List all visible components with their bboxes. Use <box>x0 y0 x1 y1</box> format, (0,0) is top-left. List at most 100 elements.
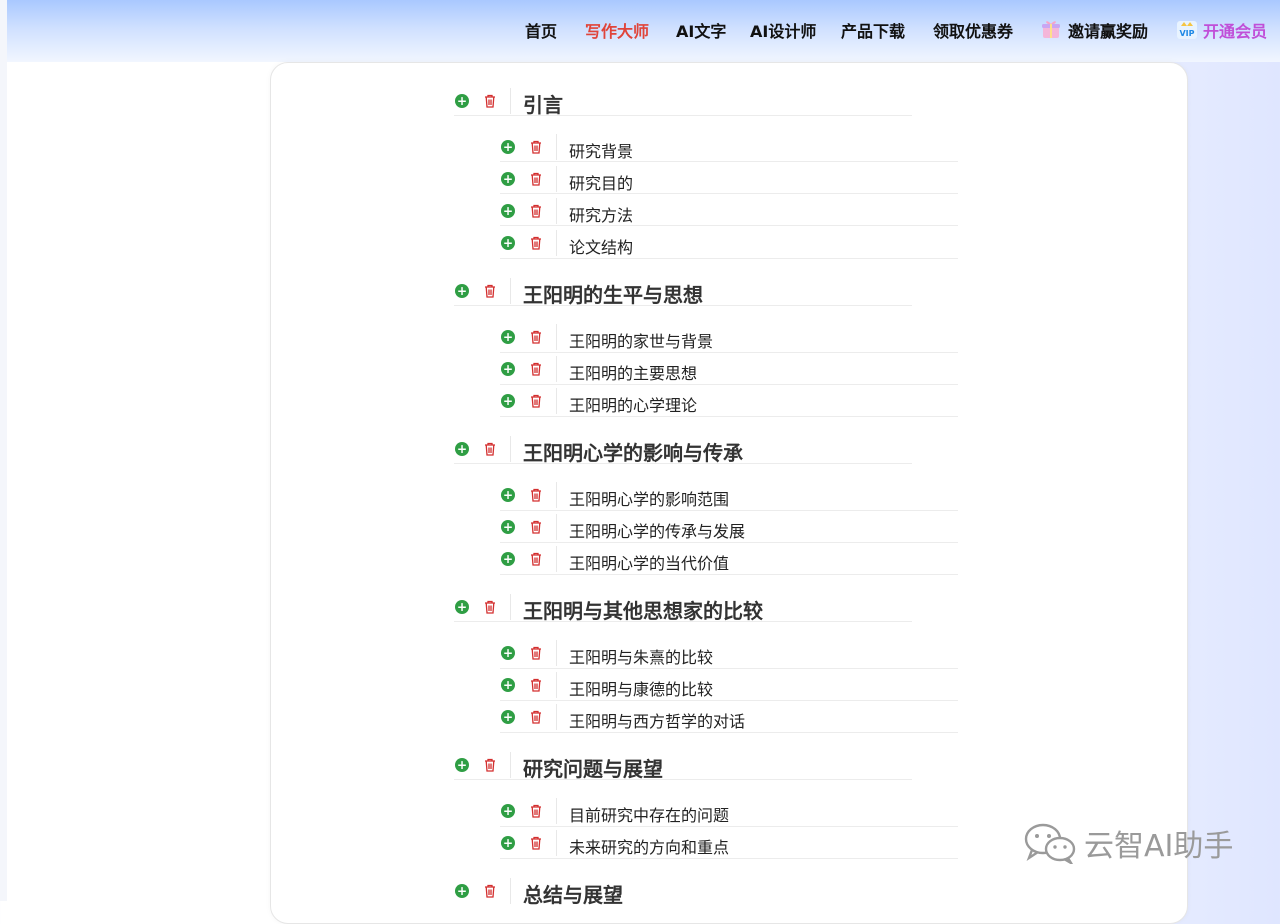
trash-icon[interactable] <box>529 394 543 408</box>
add-icon[interactable]: + <box>455 600 469 614</box>
trash-icon[interactable] <box>529 362 543 376</box>
divider <box>500 384 958 385</box>
subsection-title[interactable]: 论文结构 <box>569 234 633 258</box>
section-title[interactable]: 研究问题与展望 <box>523 753 663 782</box>
add-icon[interactable]: + <box>501 172 515 186</box>
add-icon[interactable]: + <box>501 552 515 566</box>
subsection-title[interactable]: 未来研究的方向和重点 <box>569 834 729 858</box>
add-icon[interactable]: + <box>501 488 515 502</box>
trash-icon[interactable] <box>529 710 543 724</box>
nav-writing-master[interactable]: 写作大师 <box>585 18 649 42</box>
divider <box>454 779 912 780</box>
nav-invite-reward[interactable]: 邀请赢奖励 <box>1068 18 1148 42</box>
trash-icon[interactable] <box>483 94 497 108</box>
add-icon[interactable]: + <box>455 94 469 108</box>
add-icon[interactable]: + <box>501 330 515 344</box>
divider <box>556 134 557 160</box>
nav-open-membership[interactable]: 开通会员 <box>1203 18 1267 42</box>
subsection-title[interactable]: 王阳明心学的传承与发展 <box>569 518 745 542</box>
nav-get-coupon[interactable]: 领取优惠券 <box>933 18 1013 42</box>
add-icon[interactable]: + <box>501 362 515 376</box>
add-icon[interactable]: + <box>501 520 515 534</box>
divider <box>556 514 557 540</box>
divider <box>556 798 557 824</box>
nav-ai-designer[interactable]: AI设计师 <box>750 18 816 42</box>
section-title[interactable]: 总结与展望 <box>523 879 623 908</box>
left-edge <box>0 0 7 901</box>
divider <box>500 193 958 194</box>
subsection-title[interactable]: 王阳明心学的影响范围 <box>569 486 729 510</box>
section-title[interactable]: 王阳明的生平与思想 <box>523 279 703 308</box>
trash-icon[interactable] <box>529 836 543 850</box>
nav-ai-text[interactable]: AI文字 <box>676 18 726 42</box>
subsection-title[interactable]: 王阳明的心学理论 <box>569 392 697 416</box>
section-title[interactable]: 王阳明与其他思想家的比较 <box>523 595 763 624</box>
subsection-title[interactable]: 王阳明与康德的比较 <box>569 676 713 700</box>
divider <box>500 510 958 511</box>
trash-icon[interactable] <box>483 884 497 898</box>
trash-icon[interactable] <box>483 442 497 456</box>
divider <box>556 482 557 508</box>
divider <box>500 258 958 259</box>
divider <box>556 672 557 698</box>
divider <box>556 198 557 224</box>
section-title[interactable]: 引言 <box>523 89 563 118</box>
subsection-title[interactable]: 目前研究中存在的问题 <box>569 802 729 826</box>
subsection-title[interactable]: 王阳明与西方哲学的对话 <box>569 708 745 732</box>
add-icon[interactable]: + <box>455 442 469 456</box>
trash-icon[interactable] <box>529 140 543 154</box>
subsection-title[interactable]: 王阳明心学的当代价值 <box>569 550 729 574</box>
subsection-title[interactable]: 研究目的 <box>569 170 633 194</box>
divider <box>556 640 557 666</box>
trash-icon[interactable] <box>483 284 497 298</box>
trash-icon[interactable] <box>483 758 497 772</box>
divider <box>510 752 511 778</box>
nav-home[interactable]: 首页 <box>525 18 557 42</box>
divider <box>500 352 958 353</box>
top-navigation-bar: 首页 写作大师 AI文字 AI设计师 产品下载 领取优惠券 邀请赢奖励 VIP … <box>7 0 1280 62</box>
trash-icon[interactable] <box>529 488 543 502</box>
divider <box>500 700 958 701</box>
trash-icon[interactable] <box>529 552 543 566</box>
trash-icon[interactable] <box>529 678 543 692</box>
divider <box>556 230 557 256</box>
divider <box>500 826 958 827</box>
trash-icon[interactable] <box>529 172 543 186</box>
subsection-title[interactable]: 王阳明的家世与背景 <box>569 328 713 352</box>
trash-icon[interactable] <box>529 520 543 534</box>
divider <box>454 621 912 622</box>
add-icon[interactable]: + <box>455 284 469 298</box>
gift-icon[interactable] <box>1040 18 1062 40</box>
add-icon[interactable]: + <box>501 646 515 660</box>
divider <box>556 166 557 192</box>
nav-product-download[interactable]: 产品下载 <box>841 18 905 42</box>
add-icon[interactable]: + <box>501 394 515 408</box>
add-icon[interactable]: + <box>501 836 515 850</box>
trash-icon[interactable] <box>529 646 543 660</box>
add-icon[interactable]: + <box>501 236 515 250</box>
divider <box>556 324 557 350</box>
trash-icon[interactable] <box>529 204 543 218</box>
divider <box>556 704 557 730</box>
trash-icon[interactable] <box>529 330 543 344</box>
vip-icon[interactable]: VIP <box>1176 18 1198 40</box>
subsection-title[interactable]: 王阳明的主要思想 <box>569 360 697 384</box>
add-icon[interactable]: + <box>455 758 469 772</box>
add-icon[interactable]: + <box>501 204 515 218</box>
watermark-text: 云智AI助手 <box>1084 829 1234 864</box>
add-icon[interactable]: + <box>501 710 515 724</box>
trash-icon[interactable] <box>483 600 497 614</box>
add-icon[interactable]: + <box>501 804 515 818</box>
section-title[interactable]: 王阳明心学的影响与传承 <box>523 437 743 466</box>
add-icon[interactable]: + <box>501 140 515 154</box>
add-icon[interactable]: + <box>455 884 469 898</box>
trash-icon[interactable] <box>529 804 543 818</box>
divider <box>500 668 958 669</box>
divider <box>556 830 557 856</box>
subsection-title[interactable]: 王阳明与朱熹的比较 <box>569 644 713 668</box>
subsection-title[interactable]: 研究背景 <box>569 138 633 162</box>
subsection-title[interactable]: 研究方法 <box>569 202 633 226</box>
trash-icon[interactable] <box>529 236 543 250</box>
divider <box>500 574 958 575</box>
add-icon[interactable]: + <box>501 678 515 692</box>
